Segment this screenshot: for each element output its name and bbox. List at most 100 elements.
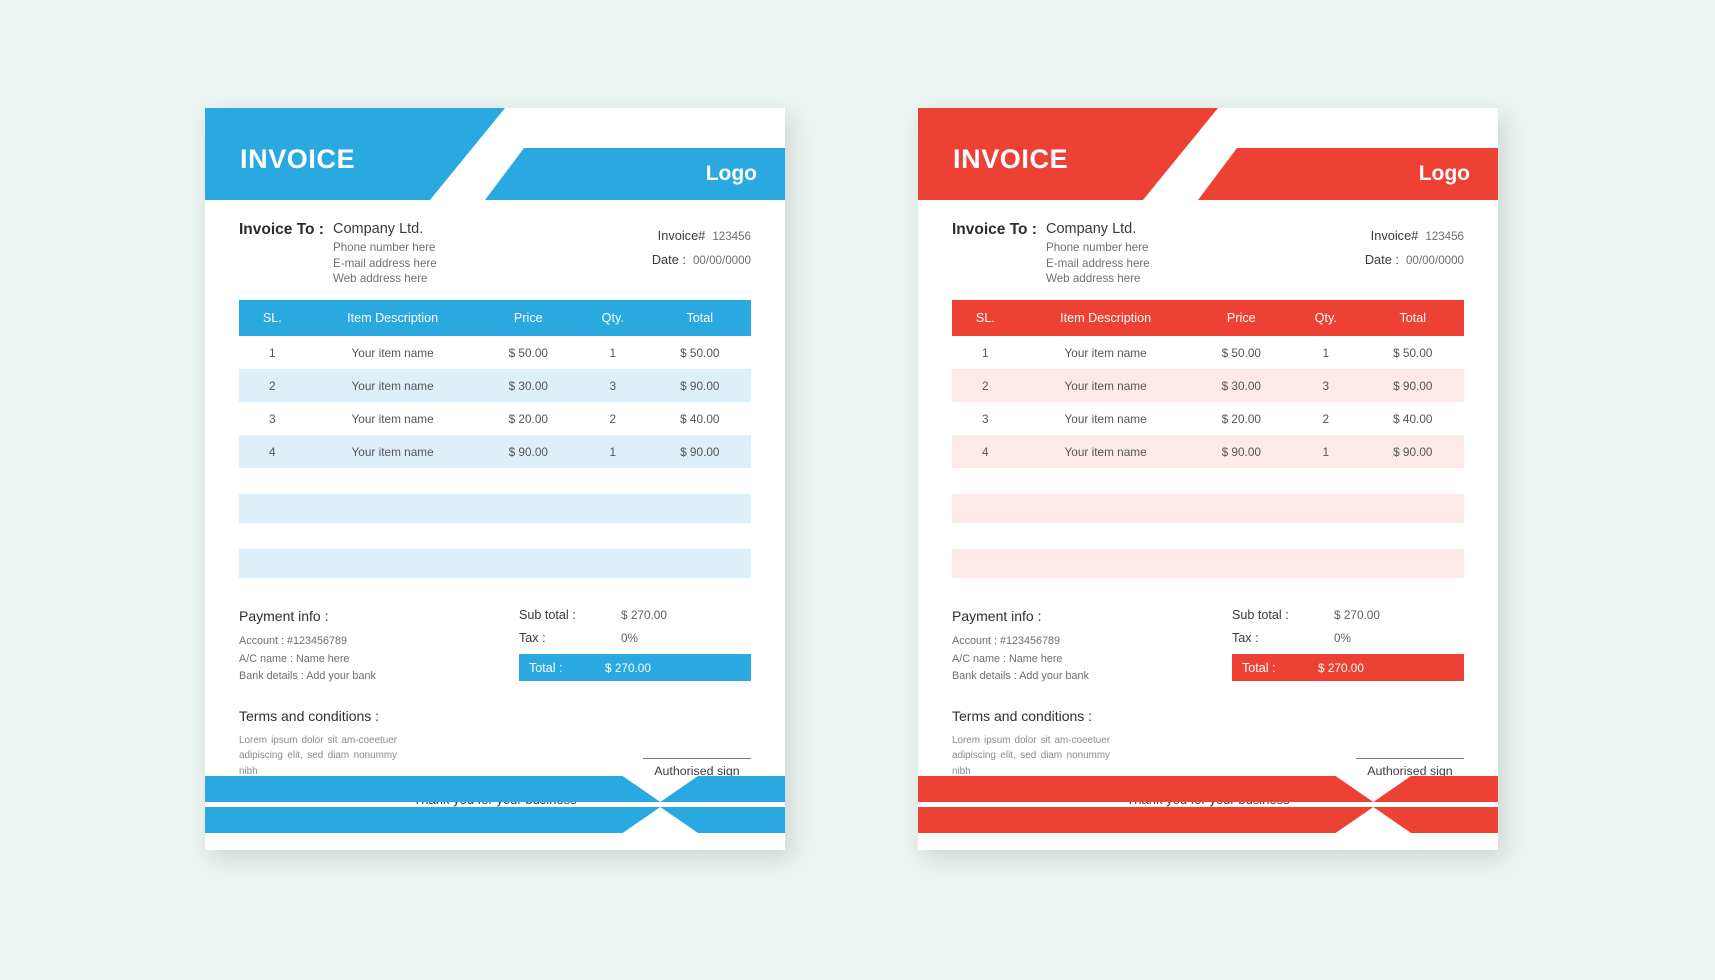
page-canvas: INVOICE Logo Invoice To : Company Ltd. P… xyxy=(0,0,1715,980)
grand-total-label: Total : xyxy=(1242,660,1276,675)
cell-desc: Your item name xyxy=(351,378,434,393)
table-row: 1 Your item name $ 50.00 1 $ 50.00 xyxy=(239,336,751,369)
column-header-sl: SL. xyxy=(975,311,995,325)
grand-total-value: $ 270.00 xyxy=(605,660,651,675)
invoice-card-red: INVOICE Logo Invoice To : Company Ltd. P… xyxy=(918,108,1498,850)
table-row: 2 Your item name $ 30.00 3 $ 90.00 xyxy=(952,369,1464,402)
payment-account: Account : #123456789 xyxy=(952,635,1061,647)
signature-line xyxy=(643,757,751,759)
payment-info-title: Payment info : xyxy=(952,608,1042,624)
bill-to-label: Invoice To : xyxy=(239,221,324,238)
empty-row-placeholder xyxy=(952,549,1464,578)
cell-total: $ 90.00 xyxy=(1393,378,1433,393)
items-table: SL. Item Description Price Qty. Total 1 … xyxy=(239,300,751,468)
invoice-number-label: Invoice# xyxy=(1370,228,1419,243)
grand-total-row: Total : $ 270.00 xyxy=(519,654,751,681)
cell-price: $ 30.00 xyxy=(508,378,548,393)
grand-total-row: Total : $ 270.00 xyxy=(1232,654,1464,681)
bill-to-block: Invoice To : Company Ltd. Phone number h… xyxy=(239,220,437,300)
invoice-date-value: 00/00/0000 xyxy=(1405,254,1464,267)
cell-total: $ 40.00 xyxy=(1393,411,1433,426)
tax-value: 0% xyxy=(1334,631,1352,645)
invoice-number-value: 123456 xyxy=(1425,230,1464,243)
bill-to-details: Company Ltd. Phone number here E-mail ad… xyxy=(1046,220,1150,287)
column-header-total: Total xyxy=(1399,311,1427,325)
cell-sl: 1 xyxy=(981,345,989,360)
invoice-number-row: Invoice# 123456 xyxy=(1365,228,1464,243)
payment-info-block: Payment info : Account : #123456789 A/C … xyxy=(239,608,376,686)
subtotal-row: Sub total : $ 270.00 xyxy=(519,608,751,622)
table-row: 2 Your item name $ 30.00 3 $ 90.00 xyxy=(239,369,751,402)
cell-qty: 1 xyxy=(1322,345,1330,360)
invoice-meta: Invoice# 123456 Date : 00/00/0000 xyxy=(652,220,751,300)
footer-bar-bottom xyxy=(205,807,785,833)
cell-sl: 4 xyxy=(268,444,276,459)
column-header-total: Total xyxy=(686,311,714,325)
items-table-body: 1 Your item name $ 50.00 1 $ 50.00 2 You… xyxy=(952,336,1464,468)
totals-block: Sub total : $ 270.00 Tax : 0% Total : $ … xyxy=(1232,608,1464,686)
terms-body: Lorem ipsum dolor sit am-coeetuer adipis… xyxy=(239,734,397,778)
client-email: E-mail address here xyxy=(332,256,437,270)
logo-text: Logo xyxy=(705,162,757,185)
page-title: INVOICE xyxy=(240,143,356,174)
header-logo-block: Logo xyxy=(485,148,785,200)
items-table-header-row: SL. Item Description Price Qty. Total xyxy=(952,300,1464,336)
table-row: 4 Your item name $ 90.00 1 $ 90.00 xyxy=(952,435,1464,468)
cell-total: $ 90.00 xyxy=(680,378,720,393)
invoice-card-blue: INVOICE Logo Invoice To : Company Ltd. P… xyxy=(205,108,785,850)
invoice-header: INVOICE Logo xyxy=(918,108,1498,208)
signature-line xyxy=(1356,757,1464,759)
footer-bar-top xyxy=(918,776,1498,802)
cell-total: $ 50.00 xyxy=(1393,345,1433,360)
invoice-date-row: Date : 00/00/0000 xyxy=(1365,252,1464,267)
empty-row-placeholder xyxy=(239,494,751,523)
invoice-number-label: Invoice# xyxy=(657,228,706,243)
table-row: 3 Your item name $ 20.00 2 $ 40.00 xyxy=(239,402,751,435)
footer-bar-bottom xyxy=(918,807,1498,833)
terms-title: Terms and conditions : xyxy=(952,707,1093,724)
cell-qty: 1 xyxy=(1322,444,1330,459)
cell-total: $ 90.00 xyxy=(1393,444,1433,459)
header-title-block: INVOICE xyxy=(205,108,505,200)
cell-price: $ 30.00 xyxy=(1221,378,1261,393)
cell-desc: Your item name xyxy=(1064,444,1147,459)
subtotal-value: $ 270.00 xyxy=(1334,608,1380,622)
cell-desc: Your item name xyxy=(1064,378,1147,393)
footer-bar-top xyxy=(205,776,785,802)
terms-and-signature: Terms and conditions : Lorem ipsum dolor… xyxy=(952,708,1464,780)
tax-row: Tax : 0% xyxy=(519,631,751,645)
header-logo-block: Logo xyxy=(1198,148,1498,200)
cell-sl: 4 xyxy=(981,444,989,459)
cell-sl: 2 xyxy=(268,378,276,393)
footer-decoration xyxy=(918,776,1498,840)
grand-total-value: $ 270.00 xyxy=(1318,660,1364,675)
client-phone: Phone number here xyxy=(1045,241,1149,255)
terms-title: Terms and conditions : xyxy=(239,707,380,724)
terms-body: Lorem ipsum dolor sit am-coeetuer adipis… xyxy=(952,734,1110,778)
empty-rows-area xyxy=(952,494,1464,578)
cell-price: $ 20.00 xyxy=(508,411,548,426)
cell-sl: 3 xyxy=(268,411,276,426)
client-web: Web address here xyxy=(332,272,428,286)
invoice-date-label: Date : xyxy=(651,252,686,267)
cell-qty: 2 xyxy=(609,411,617,426)
terms-block: Terms and conditions : Lorem ipsum dolor… xyxy=(952,708,1110,780)
bill-to-section: Invoice To : Company Ltd. Phone number h… xyxy=(205,208,785,300)
cell-qty: 2 xyxy=(1322,411,1330,426)
client-email: E-mail address here xyxy=(1045,256,1150,270)
client-web: Web address here xyxy=(1045,272,1141,286)
cell-sl: 1 xyxy=(268,345,276,360)
bill-to-block: Invoice To : Company Ltd. Phone number h… xyxy=(952,220,1150,300)
items-table-head: SL. Item Description Price Qty. Total xyxy=(952,300,1464,336)
terms-and-signature: Terms and conditions : Lorem ipsum dolor… xyxy=(239,708,751,780)
column-header-sl: SL. xyxy=(262,311,282,325)
cell-total: $ 50.00 xyxy=(680,345,720,360)
subtotal-value: $ 270.00 xyxy=(621,608,667,622)
bill-to-label: Invoice To : xyxy=(952,221,1037,238)
column-header-price: Price xyxy=(513,311,543,325)
subtotal-row: Sub total : $ 270.00 xyxy=(1232,608,1464,622)
subtotal-label: Sub total : xyxy=(1232,608,1289,622)
invoice-number-value: 123456 xyxy=(712,230,751,243)
header-title-block: INVOICE xyxy=(918,108,1218,200)
page-title: INVOICE xyxy=(953,143,1069,174)
